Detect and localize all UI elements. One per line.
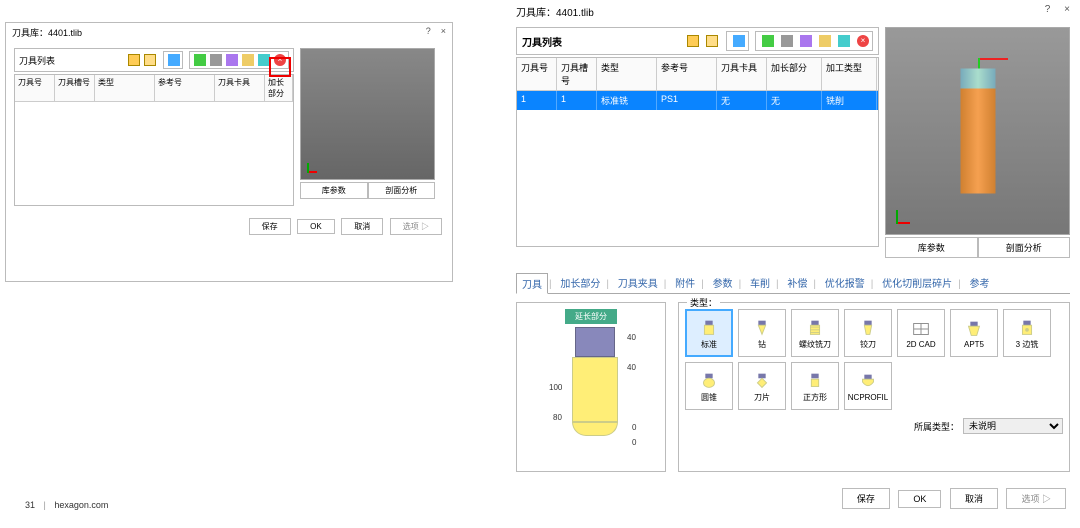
tab-holder[interactable]: 刀具夹具 (613, 273, 663, 292)
type-square[interactable]: 正方形 (791, 362, 839, 410)
tab-opt-alarm[interactable]: 优化报警 (820, 273, 870, 292)
type-apt5[interactable]: APT5 (950, 309, 998, 357)
type-3flute[interactable]: 3 边铣 (1003, 309, 1051, 357)
type-2d-cad[interactable]: 2D CAD (897, 309, 945, 357)
tool-icon-3[interactable] (779, 33, 795, 49)
tool-icon-2[interactable] (760, 33, 776, 49)
type-ncprofil[interactable]: NCPROFIL (844, 362, 892, 410)
tool-icon-4[interactable] (225, 53, 239, 67)
page-footer: 31 | hexagon.com (25, 500, 108, 510)
type-insert[interactable]: 刀片 (738, 362, 786, 410)
left-list-header: 刀具列表 × (14, 48, 294, 72)
paste-icon[interactable] (143, 53, 157, 67)
left-save-button[interactable]: 保存 (249, 218, 291, 235)
paste-icon[interactable] (704, 33, 720, 49)
right-cancel-button[interactable]: 取消 (950, 488, 998, 509)
type-standard[interactable]: 标准 (685, 309, 733, 357)
left-ok-button[interactable]: OK (297, 219, 335, 234)
right-library-dialog: 刀具库：4401.tlib ? × 刀具列表 (508, 0, 1078, 528)
type-reamer[interactable]: 铰刀 (844, 309, 892, 357)
left-cancel-button[interactable]: 取消 (341, 218, 383, 235)
tab-strip: 刀具| 加长部分| 刀具夹具| 附件| 参数| 车削| 补偿| 优化报警| 优化… (516, 272, 1070, 294)
section-analysis-button[interactable]: 剖面分析 (368, 182, 436, 199)
axis-icon (896, 206, 914, 224)
right-help-button[interactable]: ? (1045, 4, 1051, 15)
copy-icon[interactable] (685, 33, 701, 49)
left-close-button[interactable]: × (441, 26, 446, 36)
left-library-dialog: 刀具库：4401.tlib ? × 刀具列表 (5, 22, 453, 282)
axis-icon (307, 159, 321, 173)
tool-icon-6[interactable] (836, 33, 852, 49)
left-3d-preview[interactable] (300, 48, 435, 180)
belong-type-label: 所属类型： (914, 420, 959, 433)
tab-turning[interactable]: 车削 (745, 273, 775, 292)
tab-attachment[interactable]: 附件 (670, 273, 700, 292)
left-options-button[interactable]: 选项 ▷ (390, 218, 442, 235)
right-ok-button[interactable]: OK (898, 490, 941, 508)
red-highlight-box (269, 57, 291, 77)
tool-icon-1[interactable] (731, 33, 747, 49)
delete-icon[interactable]: × (855, 33, 871, 49)
right-close-button[interactable]: × (1064, 4, 1070, 15)
right-3d-preview[interactable] (885, 27, 1070, 235)
tool-diagram: 延长部分 100 80 40 40 0 0 (516, 302, 666, 472)
tab-extension[interactable]: 加长部分 (555, 273, 605, 292)
tool-icon-2[interactable] (193, 53, 207, 67)
type-thread-mill[interactable]: 螺纹铣刀 (791, 309, 839, 357)
tab-params[interactable]: 参数 (708, 273, 738, 292)
lib-params-button[interactable]: 库参数 (885, 237, 978, 258)
right-options-button[interactable]: 选项 ▷ (1006, 488, 1066, 509)
tool-icon-5[interactable] (817, 33, 833, 49)
lib-params-button[interactable]: 库参数 (300, 182, 368, 199)
left-tool-table: 刀具号 刀具槽号 类型 参考号 刀具卡具 加长部分 (14, 74, 294, 206)
tab-reference[interactable]: 参考 (965, 273, 995, 292)
type-drill[interactable]: 钻 (738, 309, 786, 357)
tool-icon-3[interactable] (209, 53, 223, 67)
tool-icon-4[interactable] (798, 33, 814, 49)
tab-compensation[interactable]: 补偿 (782, 273, 812, 292)
right-dialog-title: 刀具库：4401.tlib (516, 4, 594, 19)
right-save-button[interactable]: 保存 (842, 488, 890, 509)
left-help-button[interactable]: ? (426, 26, 431, 36)
left-dialog-title: 刀具库：4401.tlib (12, 26, 82, 39)
tool-3d-model (960, 69, 995, 194)
right-list-header: 刀具列表 × (516, 27, 879, 55)
right-tool-table: 刀具号 刀具槽号 类型 参考号 刀具卡具 加长部分 加工类型 1 1 标准铣 P… (516, 57, 879, 247)
tab-tool[interactable]: 刀具 (516, 273, 548, 294)
table-row[interactable]: 1 1 标准铣 PS1 无 无 铣削 (517, 91, 878, 110)
section-analysis-button[interactable]: 剖面分析 (978, 237, 1071, 258)
type-cone[interactable]: 圆锥 (685, 362, 733, 410)
tab-opt-chip[interactable]: 优化切削层碎片 (877, 273, 957, 292)
tool-icon-1[interactable] (167, 53, 181, 67)
type-panel: 类型： 标准 钻 螺纹铣刀 铰刀 (678, 302, 1070, 472)
tool-icon-5[interactable] (241, 53, 255, 67)
belong-type-select[interactable]: 未说明 (963, 418, 1063, 434)
copy-icon[interactable] (127, 53, 141, 67)
